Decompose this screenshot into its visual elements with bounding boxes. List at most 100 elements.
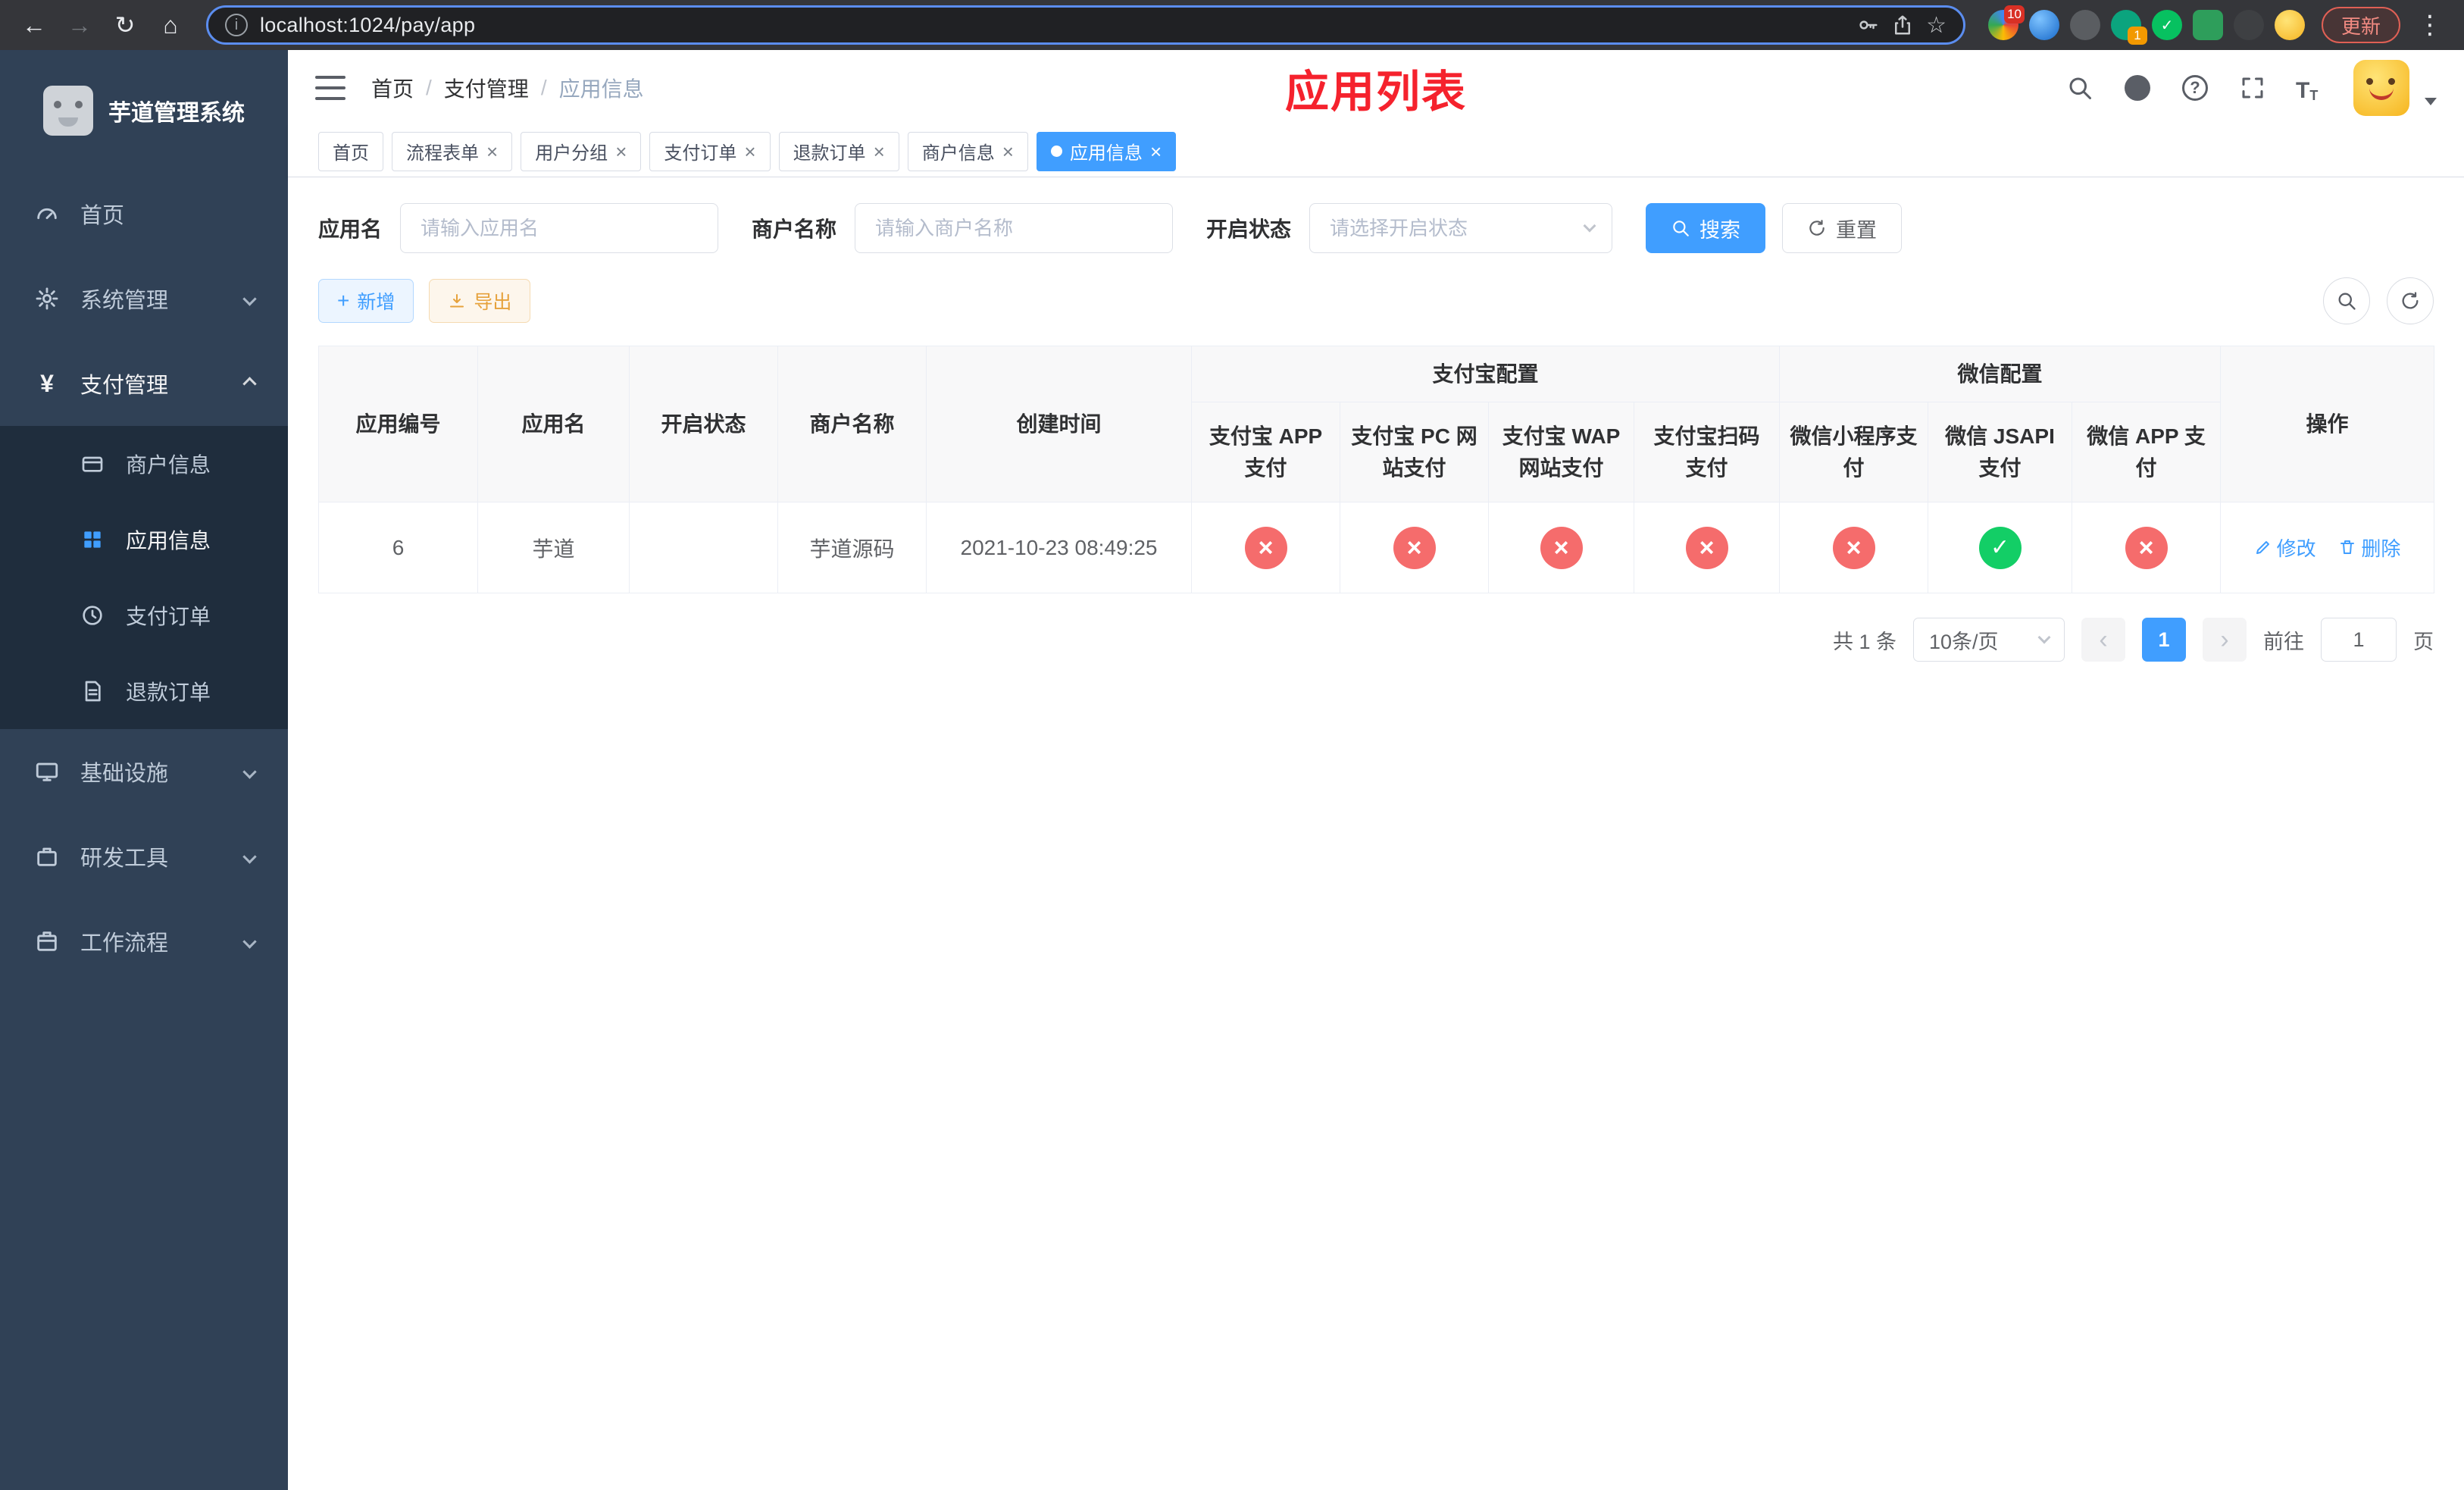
current-page-button[interactable]: 1	[2142, 618, 2186, 662]
disabled-cross-icon	[1832, 526, 1875, 569]
app-name-input[interactable]	[400, 203, 719, 253]
close-icon[interactable]: ×	[1150, 142, 1162, 161]
page-size-select[interactable]: 10条/页	[1913, 618, 2065, 662]
status-select[interactable]	[1309, 203, 1613, 253]
toggle-search-button[interactable]	[2323, 277, 2370, 324]
tab-app-info[interactable]: 应用信息 ×	[1036, 131, 1177, 171]
close-icon[interactable]: ×	[1002, 142, 1014, 161]
app-logo-row[interactable]: 芋道管理系统	[0, 50, 288, 171]
extension-colorful-icon[interactable]: 10	[1987, 5, 2025, 40]
sidebar-item-infra[interactable]: 基础设施	[0, 729, 288, 814]
col-alipay-wap: 支付宝 WAP 网站支付	[1488, 402, 1634, 502]
font-size-icon[interactable]: TT	[2296, 74, 2325, 103]
address-bar[interactable]: i localhost:1024/pay/app ☆	[206, 5, 1965, 45]
breadcrumb-section[interactable]: 支付管理	[444, 73, 529, 103]
refresh-button[interactable]	[2387, 277, 2434, 324]
help-icon[interactable]: ?	[2181, 74, 2209, 102]
disabled-cross-icon	[1393, 526, 1436, 569]
tab-user-group[interactable]: 用户分组 ×	[521, 131, 642, 171]
extension-emoji-icon[interactable]	[2274, 10, 2305, 40]
chevron-down-icon	[242, 291, 257, 306]
sidebar-item-devtools[interactable]: 研发工具	[0, 814, 288, 899]
avatar-caret-icon	[2425, 98, 2437, 105]
close-icon[interactable]: ×	[874, 142, 885, 161]
tab-pay-order[interactable]: 支付订单 ×	[649, 131, 771, 171]
sidebar-item-merchant-info[interactable]: 商户信息	[0, 426, 288, 502]
cell-app-id: 6	[318, 502, 478, 593]
next-page-button[interactable]: ›	[2203, 618, 2247, 662]
dashboard-icon	[33, 200, 61, 227]
edit-link[interactable]: 修改	[2254, 534, 2316, 562]
bookmark-star-icon[interactable]: ☆	[1926, 12, 1946, 39]
col-merchant-name: 商户名称	[777, 346, 927, 502]
share-icon[interactable]	[1891, 14, 1914, 36]
col-created-at: 创建时间	[926, 346, 1192, 502]
sidebar-item-refund-order[interactable]: 退款订单	[0, 653, 288, 729]
col-alipay-pc: 支付宝 PC 网站支付	[1340, 402, 1489, 502]
extension-blue-icon[interactable]	[2028, 10, 2059, 40]
sidebar-item-label: 系统管理	[80, 289, 169, 313]
sidebar-toggle-icon[interactable]	[315, 76, 346, 100]
search-button[interactable]: 搜索	[1646, 203, 1766, 253]
col-wx-app: 微信 APP 支付	[2072, 402, 2222, 502]
sidebar-item-system[interactable]: 系统管理	[0, 256, 288, 341]
col-group-wechat: 微信配置	[1779, 346, 2222, 402]
sidebar-item-home[interactable]: 首页	[0, 171, 288, 256]
merchant-name-input[interactable]	[855, 203, 1174, 253]
extension-green-check-icon[interactable]: ✓	[2151, 10, 2182, 40]
password-key-icon[interactable]	[1856, 14, 1879, 36]
delete-link[interactable]: 删除	[2338, 534, 2400, 562]
tab-process-form[interactable]: 流程表单 ×	[392, 131, 513, 171]
browser-update-button[interactable]: 更新	[2321, 7, 2400, 43]
breadcrumb: 首页 / 支付管理 / 应用信息	[371, 73, 644, 103]
back-button[interactable]: ←	[14, 5, 55, 45]
sidebar-item-label: 工作流程	[80, 931, 169, 956]
add-button[interactable]: + 新增	[318, 279, 414, 323]
breadcrumb-separator: /	[426, 76, 432, 99]
tab-home[interactable]: 首页	[318, 131, 383, 171]
close-icon[interactable]: ×	[486, 142, 498, 161]
chevron-down-icon	[242, 934, 257, 949]
prev-page-button[interactable]: ‹	[2081, 618, 2125, 662]
cell-wx-mini	[1779, 502, 1929, 593]
github-icon[interactable]	[2123, 74, 2152, 102]
reload-button[interactable]: ↻	[105, 5, 145, 45]
sidebar-item-label: 应用信息	[126, 529, 211, 552]
reset-button[interactable]: 重置	[1782, 203, 1903, 253]
close-icon[interactable]: ×	[744, 142, 755, 161]
extension-teal-icon[interactable]: 1	[2110, 10, 2147, 45]
top-navbar: 首页 / 支付管理 / 应用信息 应用列表 ? TT	[288, 50, 2464, 126]
document-icon	[79, 678, 106, 705]
status-select-input[interactable]	[1309, 203, 1613, 253]
tab-merchant-info[interactable]: 商户信息 ×	[907, 131, 1028, 171]
home-button[interactable]: ⌂	[150, 5, 191, 45]
site-info-icon[interactable]: i	[225, 14, 248, 36]
tab-refund-order[interactable]: 退款订单 ×	[778, 131, 899, 171]
extension-book-icon[interactable]	[2192, 10, 2223, 40]
tab-label: 首页	[333, 143, 369, 164]
extension-dark-icon[interactable]	[2069, 10, 2100, 40]
fullscreen-icon[interactable]	[2238, 74, 2267, 102]
extension-pin-icon[interactable]	[2233, 10, 2264, 40]
sidebar-item-workflow[interactable]: 工作流程	[0, 899, 288, 984]
goto-page-input[interactable]	[2321, 618, 2397, 662]
breadcrumb-home[interactable]: 首页	[371, 73, 414, 103]
tab-label: 应用信息	[1069, 143, 1143, 164]
forward-button[interactable]: →	[59, 5, 100, 45]
sidebar-item-label: 退款订单	[126, 681, 211, 704]
export-button[interactable]: 导出	[429, 279, 531, 323]
close-icon[interactable]: ×	[615, 142, 627, 161]
sidebar-item-label: 支付管理	[80, 374, 169, 398]
browser-menu-icon[interactable]: ⋮	[2409, 10, 2450, 40]
sidebar-item-payment[interactable]: ¥ 支付管理	[0, 341, 288, 426]
sidebar-item-pay-order[interactable]: 支付订单	[0, 578, 288, 653]
search-button-label: 搜索	[1699, 218, 1741, 242]
goto-label: 前往	[2263, 630, 2304, 653]
cell-wx-app	[2072, 502, 2222, 593]
cell-app-name: 芋道	[477, 502, 630, 593]
credit-card-icon	[79, 450, 106, 477]
col-app-id: 应用编号	[318, 346, 478, 502]
user-avatar[interactable]	[2353, 60, 2409, 116]
sidebar-item-app-info[interactable]: 应用信息	[0, 502, 288, 578]
search-icon[interactable]	[2065, 74, 2094, 102]
